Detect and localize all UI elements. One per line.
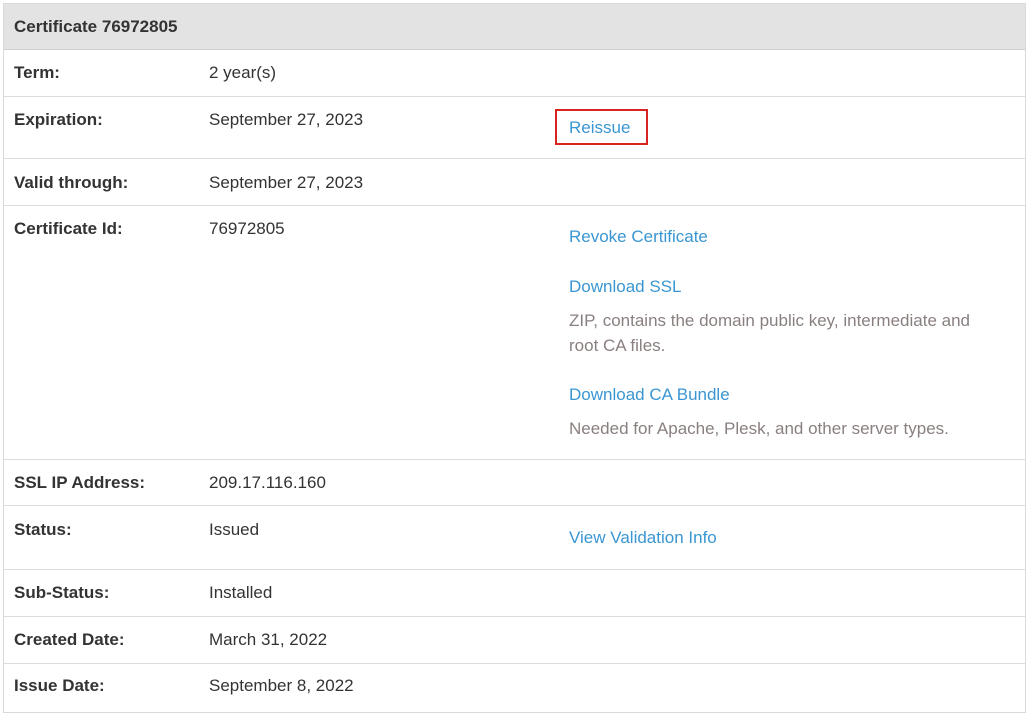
issue-date-value: September 8, 2022 bbox=[209, 676, 354, 695]
row-valid-through: Valid through: September 27, 2023 bbox=[4, 159, 1025, 206]
certificate-panel: Certificate 76972805 Term: 2 year(s) Exp… bbox=[3, 3, 1026, 713]
row-sub-status: Sub-Status: Installed bbox=[4, 570, 1025, 617]
download-ssl-note: ZIP, contains the domain public key, int… bbox=[569, 311, 970, 355]
term-label: Term: bbox=[14, 63, 60, 82]
reissue-link[interactable]: Reissue bbox=[569, 118, 630, 138]
valid-through-value: September 27, 2023 bbox=[209, 173, 364, 192]
certificate-header: Certificate 76972805 bbox=[4, 4, 1025, 50]
revoke-certificate-link[interactable]: Revoke Certificate bbox=[569, 227, 708, 247]
ssl-ip-value: 209.17.116.160 bbox=[209, 473, 326, 492]
row-issue-date: Issue Date: September 8, 2022 bbox=[4, 664, 1025, 711]
download-ca-bundle-link[interactable]: Download CA Bundle bbox=[569, 385, 730, 405]
term-value: 2 year(s) bbox=[209, 63, 277, 82]
expiration-value: September 27, 2023 bbox=[209, 110, 364, 129]
issue-date-label: Issue Date: bbox=[14, 676, 105, 695]
created-date-value: March 31, 2022 bbox=[209, 630, 328, 649]
certificate-id-label: Certificate Id: bbox=[14, 219, 123, 238]
row-term: Term: 2 year(s) bbox=[4, 50, 1025, 97]
certificate-title: Certificate 76972805 bbox=[14, 16, 178, 36]
valid-through-label: Valid through: bbox=[14, 173, 129, 192]
row-certificate-id: Certificate Id: 76972805 Revoke Certific… bbox=[4, 206, 1025, 460]
sub-status-value: Installed bbox=[209, 583, 273, 602]
download-ca-bundle-note: Needed for Apache, Plesk, and other serv… bbox=[569, 419, 949, 438]
sub-status-label: Sub-Status: bbox=[14, 583, 110, 602]
status-label: Status: bbox=[14, 520, 72, 539]
status-value: Issued bbox=[209, 520, 260, 539]
row-created-date: Created Date: March 31, 2022 bbox=[4, 617, 1025, 664]
row-expiration: Expiration: September 27, 2023 Reissue bbox=[4, 97, 1025, 159]
expiration-label: Expiration: bbox=[14, 110, 103, 129]
created-date-label: Created Date: bbox=[14, 630, 125, 649]
ssl-ip-label: SSL IP Address: bbox=[14, 473, 146, 492]
certificate-id-value: 76972805 bbox=[209, 219, 285, 238]
download-ssl-link[interactable]: Download SSL bbox=[569, 277, 681, 297]
row-status: Status: Issued View Validation Info bbox=[4, 506, 1025, 570]
row-ssl-ip: SSL IP Address: 209.17.116.160 bbox=[4, 460, 1025, 506]
view-validation-info-link[interactable]: View Validation Info bbox=[569, 528, 717, 548]
